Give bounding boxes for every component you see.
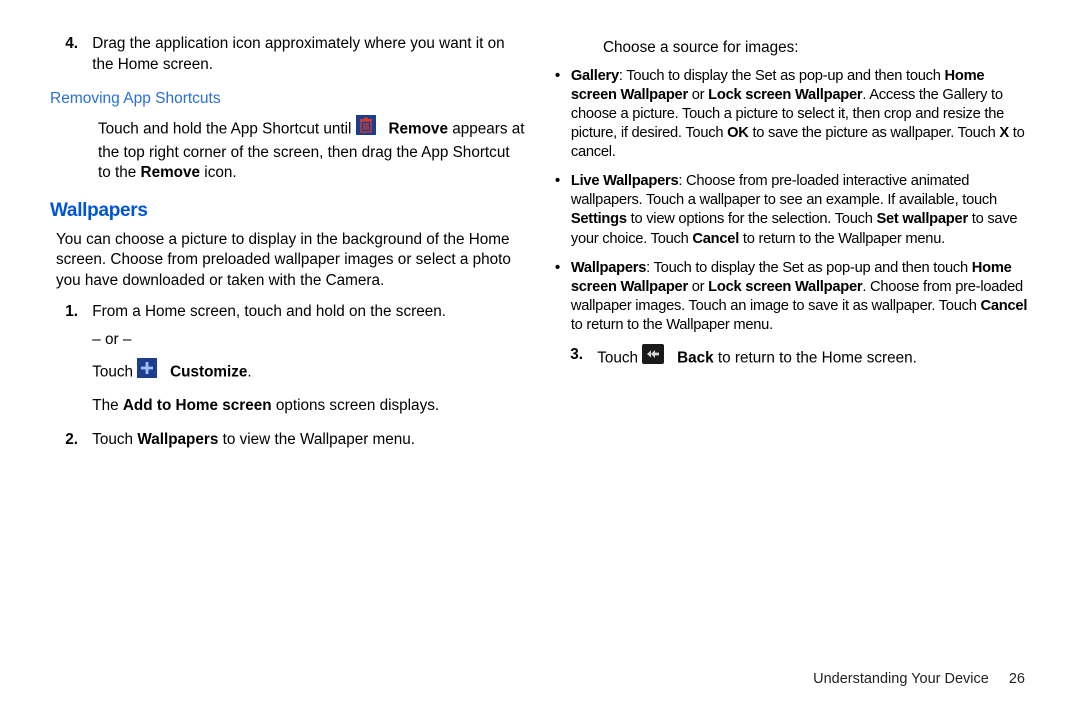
removing-paragraph: Touch and hold the App Shortcut until Re… — [98, 116, 525, 184]
text: Touch — [92, 363, 137, 380]
text: Touch — [92, 431, 137, 448]
bullet-body: Wallpapers: Touch to display the Set as … — [571, 259, 1030, 335]
step-1: 1. From a Home screen, touch and hold on… — [50, 302, 525, 417]
step-number: 2. — [50, 430, 88, 451]
step-body: Touch Wallpapers to view the Wallpaper m… — [92, 430, 523, 451]
page-number: 26 — [1009, 671, 1025, 687]
text: to return to the Wallpaper menu. — [571, 317, 773, 333]
text: to return to the Wallpaper menu. — [739, 231, 945, 247]
cancel-label: Cancel — [980, 298, 1027, 314]
text: . — [247, 363, 251, 380]
page-body: 4. Drag the application icon approximate… — [0, 0, 1080, 670]
back-icon — [642, 344, 664, 371]
text: From a Home screen, touch and hold on th… — [92, 303, 446, 320]
plus-icon — [137, 358, 157, 385]
live-wallpapers-label: Live Wallpapers — [571, 173, 679, 189]
step-number: 4. — [50, 34, 88, 55]
remove-label: Remove — [380, 121, 448, 138]
back-label: Back — [669, 349, 714, 366]
gallery-label: Gallery — [571, 68, 619, 84]
bullet-marker: • — [555, 259, 567, 278]
step-number: 3. — [555, 345, 593, 366]
text: : Touch to display the Set as pop-up and… — [646, 260, 972, 276]
wallpapers-intro: You can choose a picture to display in t… — [56, 230, 525, 292]
text: or — [688, 87, 708, 103]
text: to view the Wallpaper menu. — [218, 431, 415, 448]
section-name: Understanding Your Device — [813, 671, 989, 687]
text: icon. — [204, 164, 236, 181]
wallpapers-label: Wallpapers — [137, 431, 218, 448]
x-label: X — [999, 125, 1009, 141]
bullet-marker: • — [555, 67, 567, 86]
text: to view options for the selection. Touch — [627, 211, 877, 227]
text: to save the picture as wallpaper. Touch — [749, 125, 1000, 141]
settings-label: Settings — [571, 211, 627, 227]
step-2: 2. Touch Wallpapers to view the Wallpape… — [50, 430, 525, 451]
step-4: 4. Drag the application icon approximate… — [50, 34, 525, 75]
subheading-removing: Removing App Shortcuts — [50, 89, 525, 110]
cancel-label: Cancel — [692, 231, 739, 247]
bullet-body: Live Wallpapers: Choose from pre-loaded … — [571, 172, 1030, 248]
step-number: 1. — [50, 302, 88, 323]
ok-label: OK — [727, 125, 749, 141]
step-3: 3. Touch Back to return to the Home scre… — [555, 345, 1030, 372]
bullet-live-wallpapers: • Live Wallpapers: Choose from pre-loade… — [555, 172, 1030, 248]
remove-label-2: Remove — [141, 164, 201, 181]
lock-wallpaper-label: Lock screen Wallpaper — [708, 87, 862, 103]
text: The — [92, 397, 123, 414]
text: Touch — [597, 349, 642, 366]
text: Touch and hold the App Shortcut until — [98, 121, 356, 138]
page-footer: Understanding Your Device 26 — [0, 670, 1080, 690]
step-body: Touch Back to return to the Home screen. — [597, 345, 1028, 372]
text: options screen displays. — [272, 397, 440, 414]
text: to return to the Home screen. — [714, 349, 917, 366]
choose-source: Choose a source for images: — [603, 38, 1030, 59]
text: : Touch to display the Set as pop-up and… — [619, 68, 945, 84]
or-text: – or – — [92, 331, 131, 348]
add-to-home-label: Add to Home screen — [123, 397, 272, 414]
bullet-body: Gallery: Touch to display the Set as pop… — [571, 67, 1030, 163]
text: or — [688, 279, 708, 295]
bullet-wallpapers: • Wallpapers: Touch to display the Set a… — [555, 259, 1030, 335]
lock-wallpaper-label: Lock screen Wallpaper — [708, 279, 862, 295]
step-body: From a Home screen, touch and hold on th… — [92, 302, 523, 417]
step-text: Drag the application icon approximately … — [92, 34, 523, 75]
wallpapers-label: Wallpapers — [571, 260, 646, 276]
heading-wallpapers: Wallpapers — [50, 198, 525, 224]
trash-icon — [356, 115, 376, 142]
bullet-gallery: • Gallery: Touch to display the Set as p… — [555, 67, 1030, 163]
set-wallpaper-label: Set wallpaper — [876, 211, 967, 227]
customize-label: Customize — [162, 363, 248, 380]
bullet-marker: • — [555, 172, 567, 191]
